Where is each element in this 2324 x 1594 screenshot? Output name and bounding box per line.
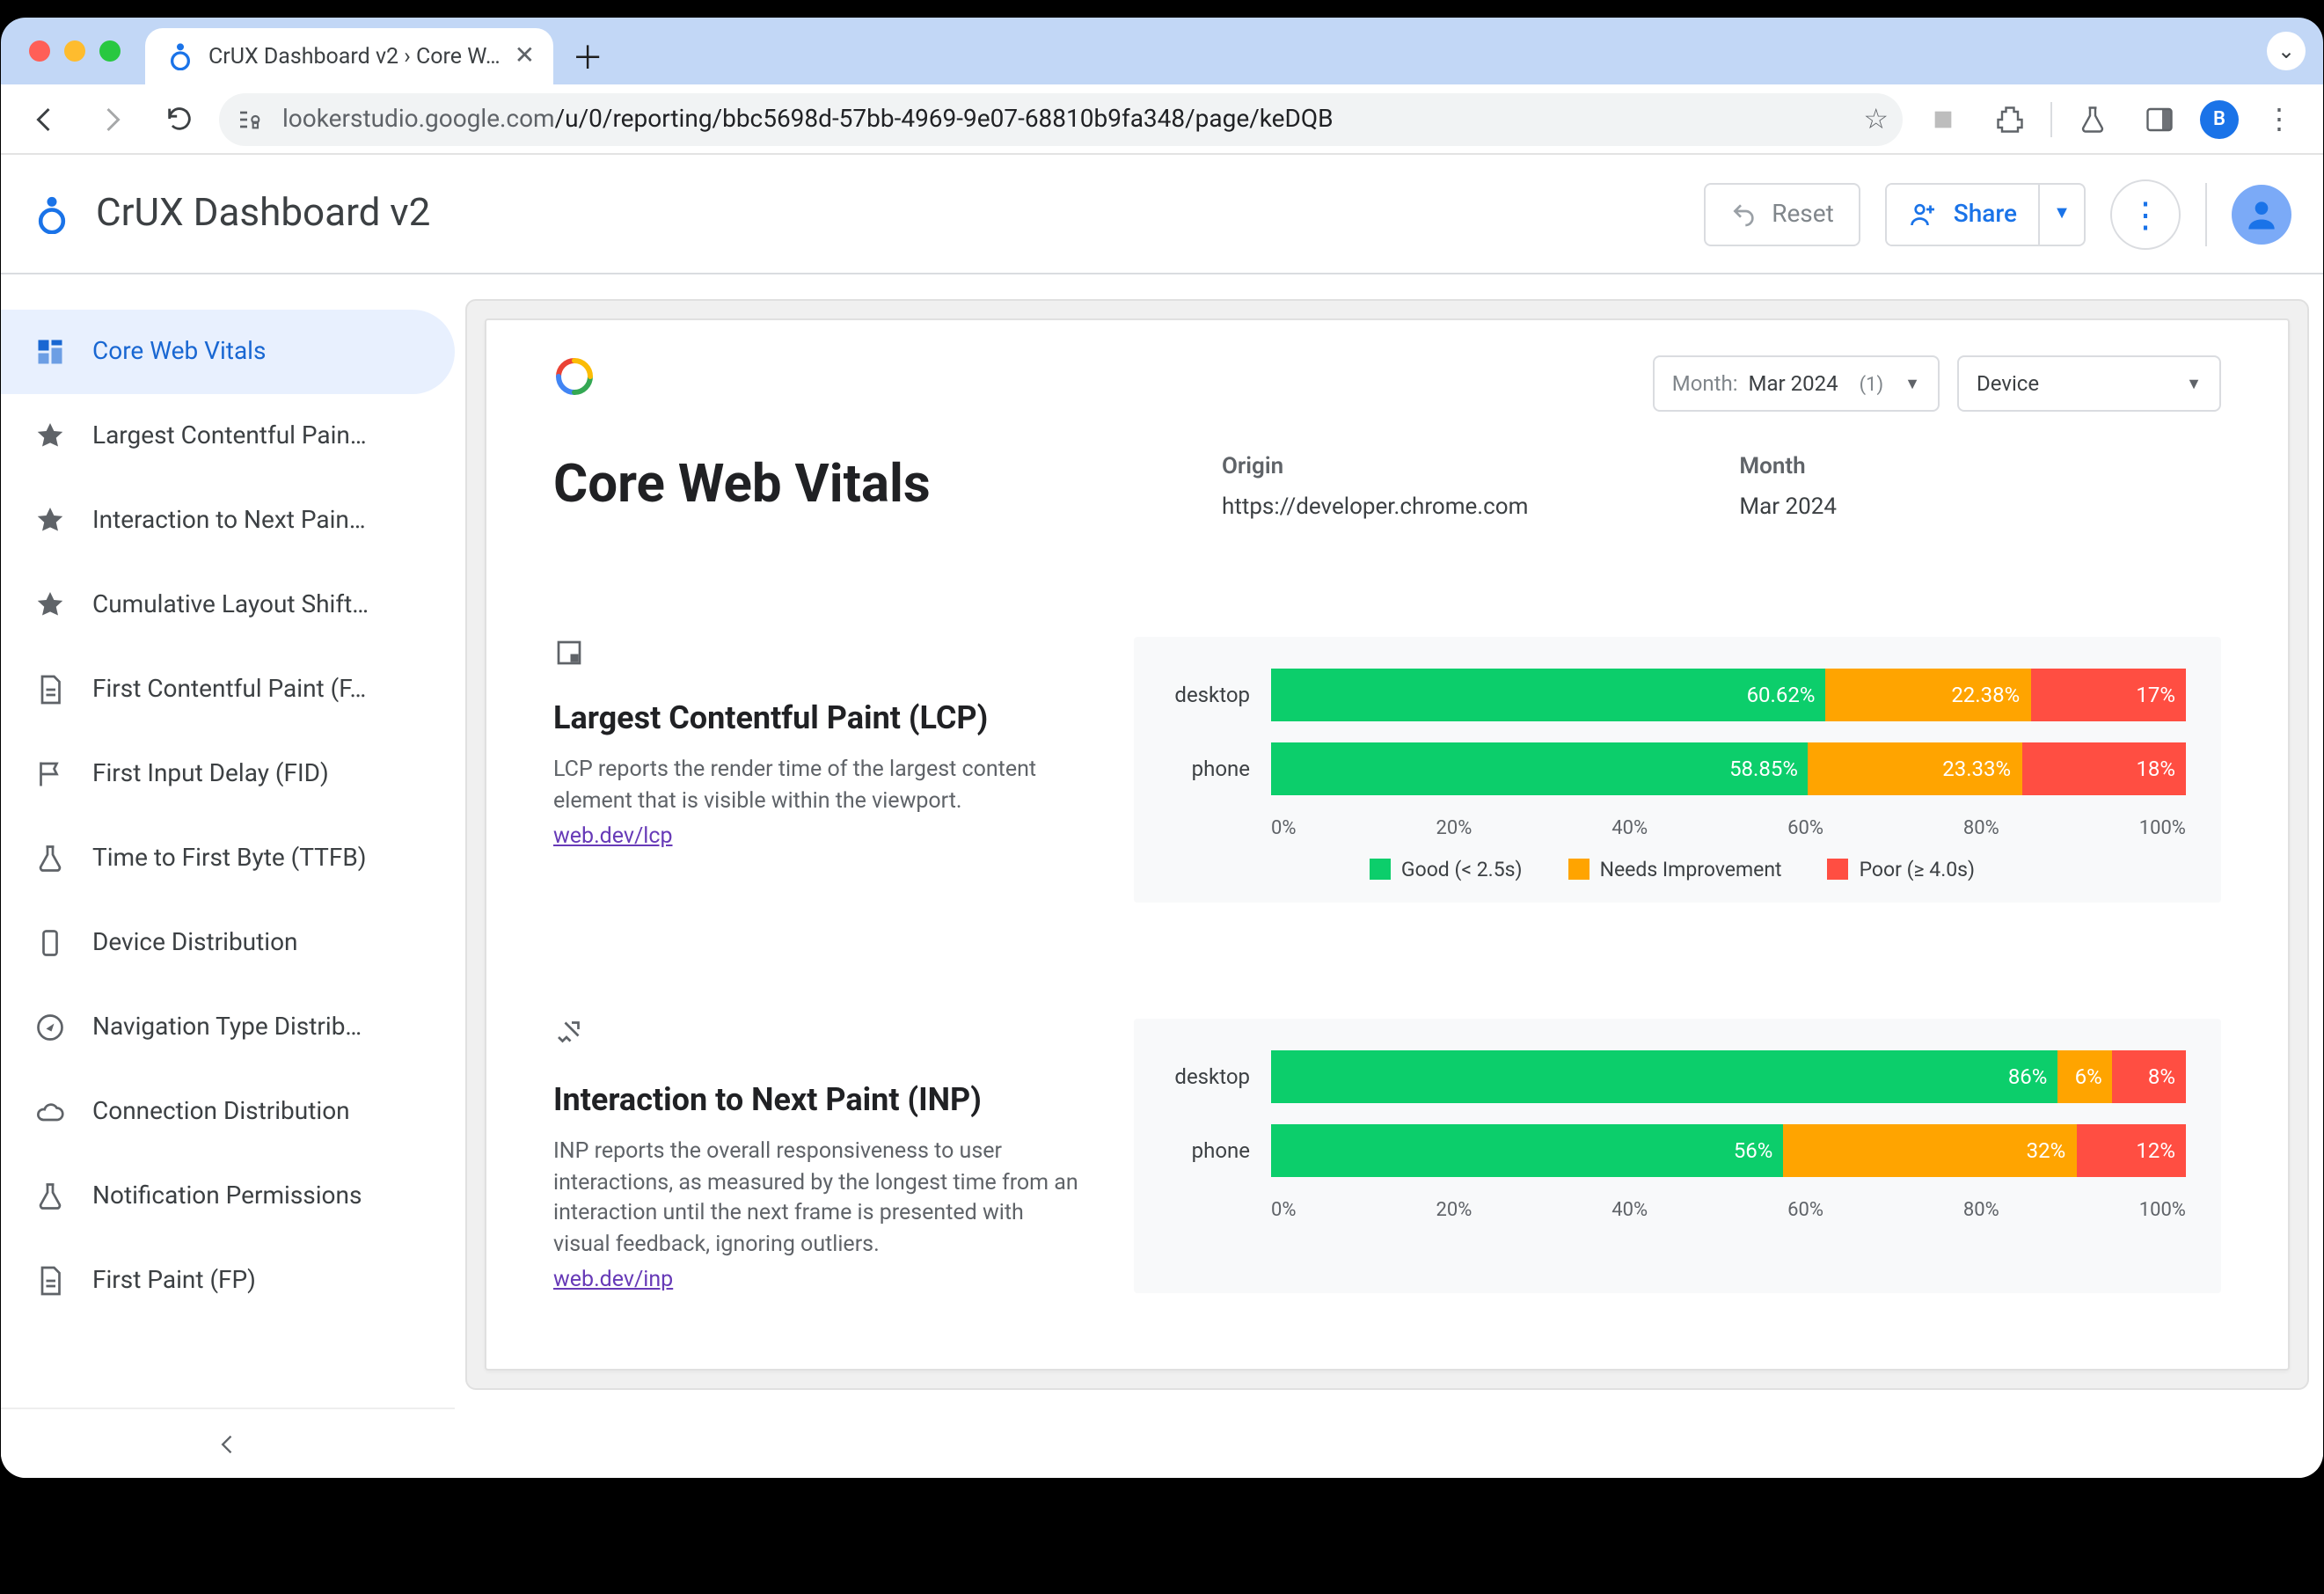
compass-icon (33, 1010, 68, 1045)
new-tab-button[interactable]: ＋ (563, 32, 612, 81)
bar-chart: desktop60.62%22.38%17% phone58.85%23.33%1… (1134, 637, 2221, 903)
url-text: lookerstudio.google.com/u/0/reporting/bb… (282, 105, 1845, 133)
sidebar-item[interactable]: Core Web Vitals (1, 310, 455, 394)
metric-icon (553, 1019, 1081, 1057)
chart-row: desktop60.62%22.38%17% (1158, 669, 2186, 721)
doc-icon (33, 1263, 68, 1298)
sidebar-item[interactable]: First Input Delay (FID) (1, 732, 455, 816)
doc-icon (33, 672, 68, 707)
chart-row: desktop86%6%8% (1158, 1050, 2186, 1103)
sidebar-item-label: Cumulative Layout Shift… (92, 591, 369, 619)
reset-button[interactable]: Reset (1703, 182, 1860, 245)
sidebar-item-label: Device Distribution (92, 929, 298, 957)
sidebar-item[interactable]: Interaction to Next Pain… (1, 479, 455, 563)
report-meta: Origin https://developer.chrome.com Mont… (1222, 454, 1837, 521)
sidebar-item-label: First Contentful Paint (F… (92, 676, 366, 704)
month-filter[interactable]: Month: Mar 2024 (1) ▼ (1653, 355, 1940, 412)
zoom-window-icon[interactable] (99, 40, 121, 62)
extension-slot[interactable] (1917, 92, 1970, 145)
lookerstudio-logo-icon (33, 194, 71, 233)
tab-search-button[interactable]: ⌄ (2267, 32, 2306, 70)
metric-link[interactable]: web.dev/inp (553, 1267, 673, 1293)
sidebar-item[interactable]: Device Distribution (1, 901, 455, 985)
sidebar-item[interactable]: Time to First Byte (TTFB) (1, 816, 455, 901)
share-icon (1908, 198, 1940, 230)
sidebar-item-label: Time to First Byte (TTFB) (92, 845, 367, 873)
close-tab-icon[interactable]: ✕ (515, 42, 535, 70)
browser-menu-icon[interactable]: ⋮ (2253, 92, 2306, 145)
metric-description: Largest Contentful Paint (LCP)LCP report… (553, 637, 1081, 903)
back-button[interactable] (18, 92, 71, 145)
sidebar-item[interactable]: Connection Distribution (1, 1070, 455, 1154)
report-title: Core Web Vitals (553, 454, 1081, 521)
crux-logo-icon (553, 355, 596, 398)
sidebar-item-label: Navigation Type Distrib… (92, 1013, 362, 1042)
browser-tabstrip: CrUX Dashboard v2 › Core W… ✕ ＋ ⌄ (1, 18, 2323, 84)
sidebar-item[interactable]: Navigation Type Distrib… (1, 985, 455, 1070)
collapse-sidebar-button[interactable] (1, 1408, 455, 1478)
sidebar-item-label: Connection Distribution (92, 1098, 350, 1126)
sidebar-item-label: Interaction to Next Pain… (92, 507, 366, 535)
bookmark-icon[interactable]: ☆ (1863, 102, 1889, 135)
tab-title: CrUX Dashboard v2 › Core W… (208, 43, 501, 69)
sidebar-item-label: Core Web Vitals (92, 338, 266, 366)
sidebar-item[interactable]: Notification Permissions (1, 1154, 455, 1239)
minimize-window-icon[interactable] (64, 40, 85, 62)
device-filter[interactable]: Device ▼ (1957, 355, 2221, 412)
share-button[interactable]: Share ▼ (1885, 182, 2086, 245)
flask-icon (33, 1179, 68, 1214)
sidebar-item-label: Notification Permissions (92, 1182, 362, 1210)
site-info-icon[interactable] (237, 105, 265, 133)
share-dropdown-icon[interactable]: ▼ (2038, 184, 2084, 244)
account-avatar[interactable] (2232, 184, 2291, 244)
sidebar-item[interactable]: First Paint (FP) (1, 1239, 455, 1323)
sidebar-item[interactable]: Cumulative Layout Shift… (1, 563, 455, 647)
star-icon (33, 588, 68, 623)
undo-icon (1729, 200, 1758, 228)
flag-icon (33, 757, 68, 792)
star-icon (33, 419, 68, 454)
dashboard-icon (33, 334, 68, 369)
metric-description: Interaction to Next Paint (INP)INP repor… (553, 1019, 1081, 1293)
side-panel-icon[interactable] (2133, 92, 2186, 145)
report-canvas: Month: Mar 2024 (1) ▼ Device ▼ (455, 274, 2323, 1478)
chart-row: phone56%32%12% (1158, 1124, 2186, 1177)
app-title: CrUX Dashboard v2 (96, 192, 430, 236)
chart-row: phone58.85%23.33%18% (1158, 742, 2186, 795)
bar-chart: desktop86%6%8%phone56%32%12%0%20%40%60%8… (1134, 1019, 2221, 1293)
sidebar-item-label: Largest Contentful Pain… (92, 422, 367, 450)
app-header: CrUX Dashboard v2 Reset Share ▼ ⋮ (1, 155, 2323, 274)
sidebar: Core Web Vitals Largest Contentful Pain… I… (1, 274, 455, 1478)
share-label: Share (1954, 200, 2017, 228)
profile-avatar[interactable]: B (2200, 99, 2239, 138)
address-bar[interactable]: lookerstudio.google.com/u/0/reporting/bb… (219, 92, 1903, 145)
reload-button[interactable] (152, 92, 205, 145)
metric-link[interactable]: web.dev/lcp (553, 823, 673, 850)
browser-toolbar: lookerstudio.google.com/u/0/reporting/bb… (1, 84, 2323, 155)
metric-icon (553, 637, 1081, 676)
tab-favicon-icon (166, 42, 194, 70)
cloud-icon (33, 1094, 68, 1130)
sidebar-item-label: First Input Delay (FID) (92, 760, 329, 788)
close-window-icon[interactable] (29, 40, 50, 62)
sidebar-item-label: First Paint (FP) (92, 1267, 256, 1295)
flask-icon (33, 841, 68, 876)
person-icon (2242, 194, 2281, 233)
browser-tab[interactable]: CrUX Dashboard v2 › Core W… ✕ (145, 28, 552, 84)
sidebar-item[interactable]: First Contentful Paint (F… (1, 647, 455, 732)
reset-label: Reset (1772, 200, 1834, 228)
star-icon (33, 503, 68, 538)
labs-icon[interactable] (2066, 92, 2119, 145)
chart-legend: Good (< 2.5s)Needs ImprovementPoor (≥ 4.… (1158, 857, 2186, 881)
extensions-icon[interactable] (1984, 92, 2036, 145)
forward-button[interactable] (85, 92, 138, 145)
window-controls[interactable] (22, 18, 145, 84)
chevron-left-icon (216, 1431, 240, 1456)
device-icon (33, 925, 68, 961)
sidebar-item[interactable]: Largest Contentful Pain… (1, 394, 455, 479)
more-options-button[interactable]: ⋮ (2110, 179, 2181, 249)
